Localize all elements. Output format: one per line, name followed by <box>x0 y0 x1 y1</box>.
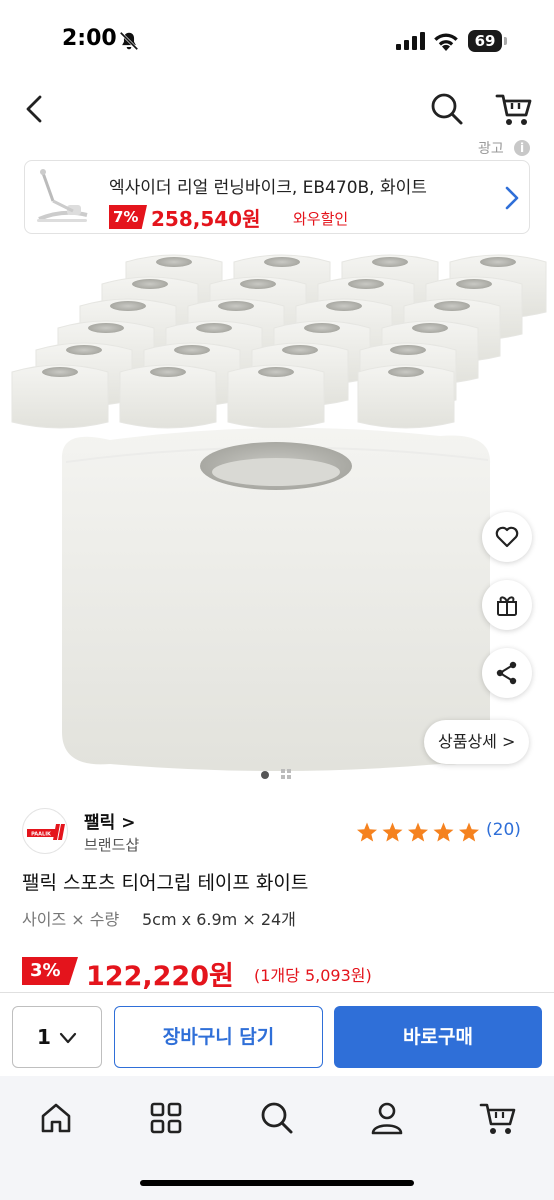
home-icon[interactable] <box>36 1098 76 1138</box>
buy-now-button[interactable]: 바로구매 <box>334 1006 542 1068</box>
ad-discount-badge: 7% <box>109 205 147 229</box>
ad-banner[interactable]: 엑사이더 리얼 런닝바이크, EB470B, 화이트 7% 258,540원 와… <box>24 160 530 234</box>
wifi-icon <box>434 33 458 51</box>
brand-logo-image: PAALIK <box>27 824 65 840</box>
review-count-link[interactable]: (20) <box>486 820 521 840</box>
cart-icon[interactable] <box>494 90 534 128</box>
cart-icon[interactable] <box>478 1098 518 1138</box>
star-icon <box>408 822 428 842</box>
status-time: 2:00 <box>62 26 117 51</box>
carousel-dot-active[interactable] <box>261 771 269 779</box>
brand-logo[interactable]: PAALIK <box>22 808 68 854</box>
bell-off-icon <box>119 31 139 51</box>
mypage-icon[interactable] <box>367 1098 407 1138</box>
battery-icon: 69 <box>468 30 508 52</box>
carousel-grid-icon[interactable] <box>280 768 292 780</box>
back-icon[interactable] <box>18 92 52 126</box>
star-icon <box>433 822 454 842</box>
option-label: 사이즈 × 수량 <box>22 910 120 929</box>
price: 122,220원 <box>86 961 234 992</box>
star-icon <box>459 822 479 842</box>
brand-shop-label: 브랜드샵 <box>84 836 140 854</box>
running-bike-thumbnail <box>37 169 88 222</box>
share-button[interactable] <box>482 648 532 698</box>
quantity-select[interactable]: 1 <box>12 1006 102 1068</box>
price-row: 3% 122,220원 (1개당 5,093원) <box>22 954 542 992</box>
purchase-bar: 1 장바구니 담기 바로구매 <box>0 992 554 1076</box>
ad-title: 엑사이더 리얼 런닝바이크, EB470B, 화이트 <box>109 178 427 198</box>
ad-sale-label: 와우할인 <box>293 210 349 228</box>
product-detail-button[interactable]: 상품상세 > <box>424 720 530 764</box>
quantity-value: 1 <box>37 1025 51 1049</box>
tape-rolls-illustration <box>11 254 547 771</box>
product-title: 팰릭 스포츠 티어그립 테이프 화이트 <box>22 872 309 894</box>
ad-price: 258,540원 <box>151 207 261 231</box>
ad-info-icon[interactable]: i <box>514 140 530 156</box>
search-icon[interactable] <box>257 1098 297 1138</box>
star-icon <box>357 822 377 842</box>
unit-price: (1개당 5,093원) <box>254 966 372 985</box>
rating-stars[interactable] <box>356 822 484 844</box>
gift-icon <box>497 596 517 616</box>
share-icon <box>496 661 517 685</box>
chevron-down-icon <box>59 1032 77 1044</box>
wishlist-button[interactable] <box>482 512 532 562</box>
category-icon[interactable] <box>146 1098 186 1138</box>
chevron-right-icon <box>505 186 519 210</box>
star-icon <box>382 822 403 842</box>
cellular-signal-icon <box>396 32 425 50</box>
svg-text:PAALIK: PAALIK <box>31 832 52 838</box>
product-image[interactable] <box>0 238 554 790</box>
add-to-cart-button[interactable]: 장바구니 담기 <box>114 1006 323 1068</box>
bottom-nav <box>0 1076 554 1200</box>
status-bar: 2:00 69 <box>0 0 554 84</box>
top-header <box>0 84 554 134</box>
battery-level: 69 <box>468 30 502 52</box>
price-discount-badge: 3% <box>22 957 78 985</box>
option-value: 5cm x 6.9m × 24개 <box>142 910 296 929</box>
brand-name-link[interactable]: 팰릭 > <box>84 808 135 833</box>
ad-label: 광고 <box>478 141 504 157</box>
search-icon[interactable] <box>428 90 466 128</box>
home-indicator <box>140 1180 414 1186</box>
gift-button[interactable] <box>482 580 532 630</box>
heart-icon <box>495 526 519 548</box>
